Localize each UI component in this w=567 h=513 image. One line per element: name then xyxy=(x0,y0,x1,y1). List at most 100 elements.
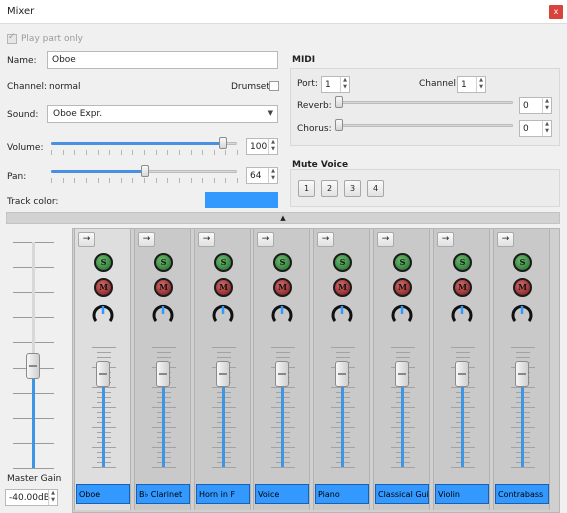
fader-handle[interactable] xyxy=(156,361,170,387)
pan-knob-icon[interactable] xyxy=(509,303,535,325)
chorus-slider[interactable] xyxy=(335,119,513,131)
pan-slider-handle[interactable] xyxy=(141,165,149,177)
channel-strip[interactable]: → S M Piano xyxy=(313,229,370,510)
play-part-only-checkbox[interactable] xyxy=(7,32,17,44)
track-color-swatch[interactable] xyxy=(205,192,278,208)
pan-knob-icon[interactable] xyxy=(389,303,415,325)
fader-handle[interactable] xyxy=(275,361,289,387)
midi-group: Port: 1 ▲ ▼ Channel: 1 ▲ ▼ Reverb: 0 ▲ ▼ Ch… xyxy=(290,68,560,146)
spin-arrows-icon[interactable]: ▲ ▼ xyxy=(268,168,277,183)
sound-select[interactable]: Oboe Expr. ▼ xyxy=(47,105,278,123)
reverb-spinbox[interactable]: 0 ▲ ▼ xyxy=(519,97,552,114)
strip-name-label: Voice xyxy=(255,484,309,504)
port-spinbox[interactable]: 1 ▲ ▼ xyxy=(321,76,350,93)
fader-handle[interactable] xyxy=(96,361,110,387)
pan-spinbox[interactable]: 64 ▲ ▼ xyxy=(246,167,278,184)
fader-tick xyxy=(97,352,111,353)
fader-handle[interactable] xyxy=(335,361,349,387)
fader-handle[interactable] xyxy=(455,361,469,387)
midi-title: MIDI xyxy=(292,55,316,65)
name-input[interactable]: Oboe xyxy=(47,51,278,69)
solo-button[interactable]: S xyxy=(214,253,233,272)
volume-label: Volume: xyxy=(7,143,44,153)
fader-tick xyxy=(152,467,176,468)
channel-strips: → S M Oboe → S M B♭ Clarinet → S M Horn in F → S M Voic… xyxy=(72,228,560,513)
volume-slider-handle[interactable] xyxy=(219,137,227,149)
mute-button[interactable]: M xyxy=(214,278,233,297)
pan-knob-icon[interactable] xyxy=(150,303,176,325)
mute-button[interactable]: M xyxy=(513,278,532,297)
drumset-checkbox[interactable] xyxy=(269,81,279,91)
channel-strip[interactable]: → S M Voice xyxy=(253,229,310,510)
strip-name-label: Horn in F xyxy=(196,484,250,504)
chevron-down-icon: ▼ xyxy=(267,109,273,117)
strip-name-label: Classical Guitar xyxy=(375,484,429,504)
solo-button[interactable]: S xyxy=(154,253,173,272)
arrow-right-icon[interactable]: → xyxy=(437,232,454,247)
solo-button[interactable]: S xyxy=(393,253,412,272)
channel-strip[interactable]: → S M Horn in F xyxy=(194,229,251,510)
mute-voice-3-button[interactable]: 3 xyxy=(344,180,361,197)
channel-strip[interactable]: → SM Classical Guitar xyxy=(373,229,430,510)
pan-slider[interactable] xyxy=(51,165,237,177)
fader-tick xyxy=(152,347,176,348)
slider-tick xyxy=(167,150,168,155)
channel-strip[interactable]: → S M Oboe xyxy=(74,229,131,510)
mute-voice-2-button[interactable]: 2 xyxy=(321,180,338,197)
midi-channel-spinbox[interactable]: 1 ▲ ▼ xyxy=(457,76,486,93)
solo-button[interactable]: S xyxy=(453,253,472,272)
solo-button[interactable]: S xyxy=(94,253,113,272)
volume-spinbox[interactable]: 100 ▲ ▼ xyxy=(246,138,278,155)
mute-voice-1-button[interactable]: 1 xyxy=(298,180,315,197)
fader-handle[interactable] xyxy=(515,361,529,387)
arrow-right-icon[interactable]: → xyxy=(138,232,155,247)
master-gain-spinbox[interactable]: -40.00dB ▲ ▼ xyxy=(5,489,58,506)
arrow-right-icon[interactable]: → xyxy=(317,232,334,247)
reverb-slider-handle[interactable] xyxy=(335,96,343,108)
fader-tick xyxy=(217,357,231,358)
close-button[interactable]: x xyxy=(549,5,563,19)
arrow-right-icon[interactable]: → xyxy=(78,232,95,247)
master-gain-handle[interactable] xyxy=(26,353,40,379)
slider-tick xyxy=(214,150,215,155)
collapse-details-button[interactable]: ▲ xyxy=(6,212,560,224)
channel-strip[interactable]: → S M Violin xyxy=(433,229,490,510)
fader-handle[interactable] xyxy=(395,361,409,387)
pan-knob-icon[interactable] xyxy=(210,303,236,325)
arrow-right-icon[interactable]: → xyxy=(497,232,514,247)
mute-button[interactable]: M xyxy=(333,278,352,297)
mute-button[interactable]: M xyxy=(273,278,292,297)
spin-arrows-icon[interactable]: ▲ ▼ xyxy=(268,139,277,154)
slider-tick xyxy=(144,178,145,183)
spin-arrows-icon[interactable]: ▲ ▼ xyxy=(542,98,551,113)
channel-strip[interactable]: → S M Contrabass xyxy=(493,229,550,510)
fader-handle[interactable] xyxy=(216,361,230,387)
slider-tick xyxy=(156,178,157,183)
pan-knob-icon[interactable] xyxy=(90,303,116,325)
channel-strip[interactable]: → S M B♭ Clarinet xyxy=(134,229,191,510)
volume-slider[interactable] xyxy=(51,137,237,149)
solo-button[interactable]: S xyxy=(273,253,292,272)
solo-button[interactable]: S xyxy=(513,253,532,272)
mute-voice-4-button[interactable]: 4 xyxy=(367,180,384,197)
pan-knob-icon[interactable] xyxy=(329,303,355,325)
arrow-right-icon[interactable]: → xyxy=(377,232,394,247)
mute-button[interactable]: M xyxy=(453,278,472,297)
arrow-right-icon[interactable]: → xyxy=(257,232,274,247)
reverb-slider[interactable] xyxy=(335,96,513,108)
sound-label: Sound: xyxy=(7,110,39,120)
pan-knob-icon[interactable] xyxy=(269,303,295,325)
chorus-spinbox[interactable]: 0 ▲ ▼ xyxy=(519,120,552,137)
spin-arrows-icon[interactable]: ▲ ▼ xyxy=(542,121,551,136)
spin-arrows-icon[interactable]: ▲ ▼ xyxy=(476,77,485,92)
solo-button[interactable]: S xyxy=(333,253,352,272)
pan-knob-icon[interactable] xyxy=(449,303,475,325)
mute-button[interactable]: M xyxy=(393,278,412,297)
mute-button[interactable]: M xyxy=(94,278,113,297)
spin-arrows-icon[interactable]: ▲ ▼ xyxy=(340,77,349,92)
name-label: Name: xyxy=(7,56,37,66)
arrow-right-icon[interactable]: → xyxy=(198,232,215,247)
chorus-slider-handle[interactable] xyxy=(335,119,343,131)
spin-arrows-icon[interactable]: ▲ ▼ xyxy=(48,490,57,505)
mute-button[interactable]: M xyxy=(154,278,173,297)
